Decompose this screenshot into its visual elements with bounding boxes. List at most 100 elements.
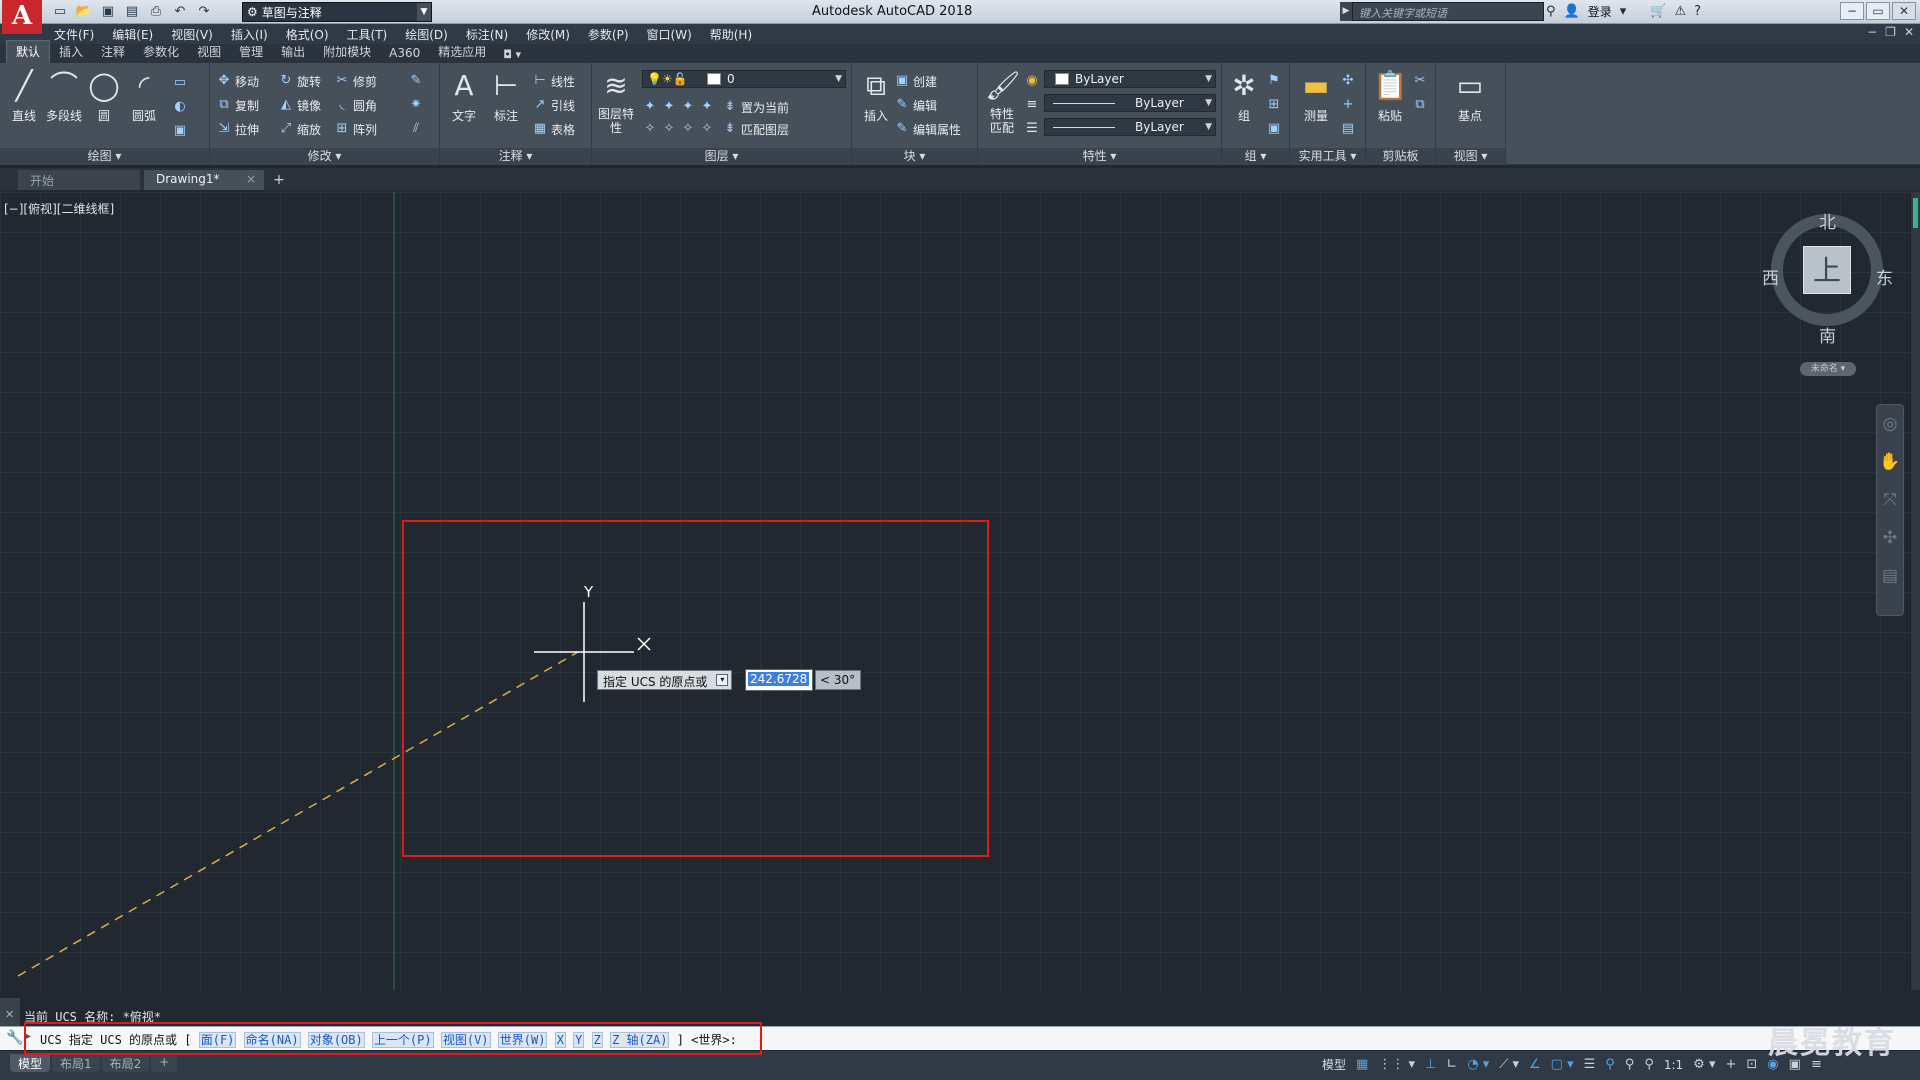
group-edit-button[interactable]: ⊞ — [1266, 95, 1282, 115]
paste-button[interactable]: 📋 粘贴 — [1368, 69, 1412, 124]
linetype-button[interactable]: ≡ — [1024, 95, 1040, 115]
tab-start[interactable]: 开始 — [18, 170, 140, 190]
menu-dimension[interactable]: 标注(N) — [462, 26, 522, 43]
panel-modify-title[interactable]: 修改 ▾ — [210, 148, 439, 165]
undo-icon[interactable]: ↶ — [170, 3, 190, 21]
tab-insert[interactable]: 插入 — [50, 41, 92, 63]
compass-west[interactable]: 西 — [1762, 264, 1779, 289]
stretch-button[interactable]: ⇲ 拉伸 — [216, 119, 259, 139]
group-button[interactable]: ✲ 组 — [1222, 69, 1266, 124]
leader-button[interactable]: ↗ 引线 — [532, 95, 575, 115]
array-button[interactable]: ⊞ 阵列 — [334, 119, 377, 139]
tab-addins[interactable]: 附加模块 — [314, 41, 380, 63]
zoom-icon[interactable]: ⤧ — [1877, 481, 1903, 519]
menu-view[interactable]: 视图(V) — [167, 26, 227, 43]
match-layer-button[interactable]: ⇟ 匹配图层 — [722, 119, 789, 139]
ortho-icon[interactable]: ∟ — [1446, 1057, 1457, 1072]
annotation-scale-icon[interactable]: ⚲ — [1644, 1057, 1654, 1072]
layer-dropdown[interactable]: 💡☀🔓 0 ▼ — [642, 70, 846, 88]
menu-file[interactable]: 文件(F) — [50, 26, 108, 43]
menu-format[interactable]: 格式(O) — [282, 26, 343, 43]
grid-icon[interactable]: ▦ — [1356, 1057, 1368, 1072]
tab-annotate[interactable]: 注释 — [92, 41, 134, 63]
steering-wheel-icon[interactable]: ◎ — [1877, 405, 1903, 443]
base-view-button[interactable]: ▭ 基点 — [1448, 69, 1492, 124]
maximize-icon[interactable]: ▭ — [1866, 2, 1890, 20]
tab-output[interactable]: 输出 — [272, 41, 314, 63]
layer-tools-row1[interactable]: ✦ ✦ ✦ ✦ — [642, 97, 715, 117]
annotation-visibility-icon[interactable]: ⚲ — [1605, 1057, 1615, 1072]
binoculars-icon[interactable]: ⚲ — [1546, 4, 1556, 19]
calculator-button[interactable]: ▤ — [1340, 119, 1356, 139]
tab-default[interactable]: 默认 — [6, 40, 51, 63]
model-space-button[interactable]: 模型 — [1322, 1056, 1346, 1073]
add-layout-plus-icon[interactable]: + — [151, 1054, 178, 1072]
tab-drawing1[interactable]: Drawing1* × — [144, 170, 264, 190]
snap-icon[interactable]: ⋮⋮ ▾ — [1378, 1057, 1415, 1072]
dimension-button[interactable]: ⊢ 标注 — [484, 69, 528, 124]
color-wheel-button[interactable]: ◉ — [1024, 71, 1040, 91]
measure-button[interactable]: ▬ 测量 — [1294, 69, 1338, 124]
trim-button[interactable]: ✂ 修剪 — [334, 71, 377, 91]
table-button[interactable]: ▦ 表格 — [532, 119, 575, 139]
menu-parametric[interactable]: 参数(P) — [584, 26, 643, 43]
fillet-button[interactable]: ◟ 圆角 — [334, 95, 377, 115]
compass-north[interactable]: 北 — [1819, 208, 1836, 233]
offset-button[interactable]: ⫽ — [408, 119, 424, 139]
region-button[interactable]: ▣ — [172, 121, 188, 141]
copy-button[interactable]: ⧉ 复制 — [216, 95, 259, 115]
panel-annotation-title[interactable]: 注释 ▾ — [440, 148, 591, 165]
color-dropdown[interactable]: ByLayer ▼ — [1044, 70, 1216, 88]
quick-select-button[interactable]: ✣ — [1340, 71, 1356, 91]
menu-window[interactable]: 窗口(W) — [643, 26, 706, 43]
hatch-button[interactable]: ◐ — [172, 97, 188, 117]
search-input[interactable]: 键入关键字或短语 — [1352, 2, 1544, 21]
arc-button[interactable]: ◜ 圆弧 — [122, 69, 166, 124]
copy-clip-button[interactable]: ⧉ — [1412, 95, 1428, 115]
minimize-icon[interactable]: − — [1867, 25, 1877, 39]
match-properties-button[interactable]: 🖌 特性匹配 — [980, 69, 1024, 135]
ribbon-toggle-icon[interactable]: ◘ ▾ — [495, 46, 529, 63]
cart-icon[interactable]: 🛒 — [1650, 4, 1666, 19]
minimize-icon[interactable]: − — [1840, 2, 1864, 20]
login-link[interactable]: 登录 — [1588, 3, 1612, 20]
erase-button[interactable]: ✎ — [408, 71, 424, 91]
close-icon[interactable]: ✕ — [1904, 25, 1914, 39]
text-button[interactable]: A 文字 — [442, 69, 486, 124]
line-button[interactable]: ╱ 直线 — [2, 69, 46, 124]
infer-constraints-icon[interactable]: ⊥ — [1425, 1057, 1436, 1072]
point-button[interactable]: + — [1340, 95, 1356, 115]
viewcube-top-face[interactable]: 上 — [1803, 246, 1851, 294]
isometric-icon[interactable]: ⟋ ▾ — [1499, 1057, 1519, 1072]
tab-layout1[interactable]: 布局1 — [52, 1054, 100, 1072]
menu-draw[interactable]: 绘图(D) — [401, 26, 462, 43]
restore-icon[interactable]: ❐ — [1885, 25, 1896, 39]
cut-button[interactable]: ✂ — [1412, 71, 1428, 91]
orbit-icon[interactable]: ✣ — [1877, 519, 1903, 557]
move-button[interactable]: ✥ 移动 — [216, 71, 259, 91]
panel-draw-title[interactable]: 绘图 ▾ — [0, 148, 209, 165]
edit-attributes-button[interactable]: ✎ 编辑属性 — [894, 119, 961, 139]
chevron-down-icon[interactable]: ▾ — [1620, 4, 1627, 19]
close-icon[interactable]: × — [246, 172, 256, 186]
units-icon[interactable]: ⊡ — [1746, 1057, 1757, 1072]
close-icon[interactable]: ✕ — [5, 1008, 14, 1021]
panel-utilities-title[interactable]: 实用工具 ▾ — [1290, 148, 1365, 165]
help-icon[interactable]: ? — [1694, 4, 1701, 19]
lineweight-dropdown[interactable]: ByLayer ▼ — [1044, 118, 1216, 136]
rotate-button[interactable]: ↻ 旋转 — [278, 71, 321, 91]
open-icon[interactable]: 📂 — [74, 3, 94, 21]
object-snap-tracking-icon[interactable]: ∠ — [1529, 1057, 1541, 1072]
new-icon[interactable]: ▭ — [50, 3, 70, 21]
menu-insert[interactable]: 插入(I) — [227, 26, 282, 43]
linear-button[interactable]: ⊢ 线性 — [532, 71, 575, 91]
lineweight-button[interactable]: ☰ — [1024, 119, 1040, 139]
scrollbar-thumb[interactable] — [1913, 198, 1918, 228]
explode-button[interactable]: ✷ — [408, 95, 424, 115]
print-icon[interactable]: ⎙ — [146, 3, 166, 21]
auto-scale-icon[interactable]: ⚲ — [1625, 1057, 1635, 1072]
save-icon[interactable]: ▣ — [98, 3, 118, 21]
group-select-button[interactable]: ▣ — [1266, 119, 1282, 139]
tab-manage[interactable]: 管理 — [230, 41, 272, 63]
new-tab-plus-icon[interactable]: + — [268, 172, 290, 190]
